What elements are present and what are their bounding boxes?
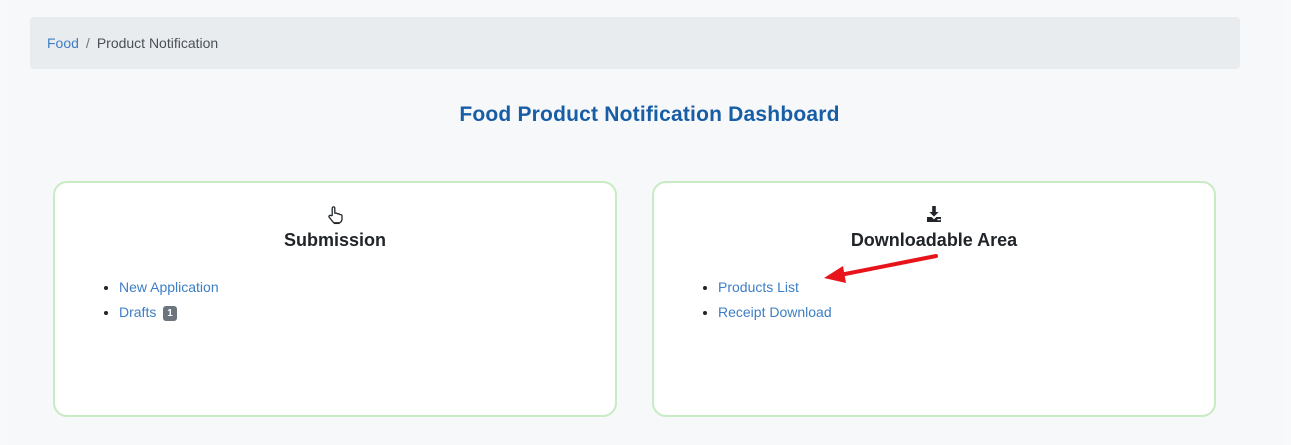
products-list-link[interactable]: Products List <box>718 279 799 295</box>
downloads-title: Downloadable Area <box>850 230 1018 250</box>
pointer-hand-icon <box>55 205 615 225</box>
submission-card: Submission New Application Drafts 1 <box>53 181 617 417</box>
downloads-list: Products List Receipt Download <box>686 275 832 325</box>
new-application-link[interactable]: New Application <box>119 279 219 295</box>
list-item: New Application <box>119 275 219 300</box>
list-item: Drafts 1 <box>119 300 219 325</box>
submission-list: New Application Drafts 1 <box>87 275 219 325</box>
page-title: Food Product Notification Dashboard <box>459 103 840 126</box>
list-item: Products List <box>718 275 832 300</box>
downloads-card: Downloadable Area Products List Receipt … <box>652 181 1216 417</box>
submission-title: Submission <box>283 230 386 250</box>
drafts-count-badge: 1 <box>163 306 177 321</box>
list-item: Receipt Download <box>718 300 832 325</box>
download-icon <box>654 205 1214 225</box>
page-container: Food / Product Notification Food Product… <box>8 0 1284 445</box>
breadcrumb-link-food[interactable]: Food <box>47 35 79 51</box>
breadcrumb-current: Product Notification <box>96 35 219 51</box>
drafts-link[interactable]: Drafts <box>119 304 156 320</box>
receipt-download-link[interactable]: Receipt Download <box>718 304 832 320</box>
breadcrumb: Food / Product Notification <box>30 17 1240 69</box>
breadcrumb-separator: / <box>85 35 90 51</box>
